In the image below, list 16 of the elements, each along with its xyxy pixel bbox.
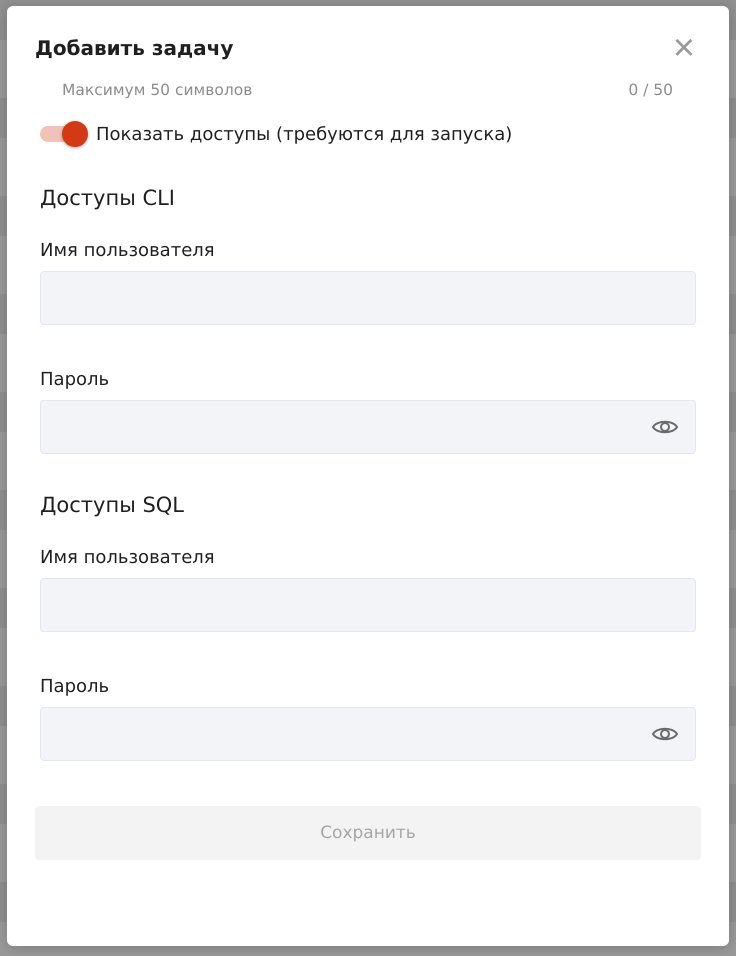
section-heading: Доступы CLI — [40, 186, 176, 210]
field-label: Пароль — [40, 369, 110, 390]
field-label: Пароль — [40, 676, 110, 697]
field-label: Имя пользователя — [40, 547, 216, 568]
input-field[interactable] — [40, 271, 696, 325]
input-field[interactable] — [40, 578, 696, 632]
hint-text: Максимум 50 символов — [62, 81, 252, 99]
input-field[interactable] — [40, 707, 696, 761]
section-heading: Доступы SQL — [40, 493, 186, 517]
field-label: Имя пользователя — [40, 240, 216, 261]
toggle-switch[interactable] — [40, 121, 88, 147]
input-field[interactable] — [40, 400, 696, 454]
dialog-title: Добавить задачу — [35, 36, 234, 60]
toggle-label: Показать доступы (требуются для запуска) — [96, 124, 512, 144]
close-button[interactable]: × — [668, 29, 699, 67]
character-counter: 0 / 50 — [628, 81, 673, 99]
